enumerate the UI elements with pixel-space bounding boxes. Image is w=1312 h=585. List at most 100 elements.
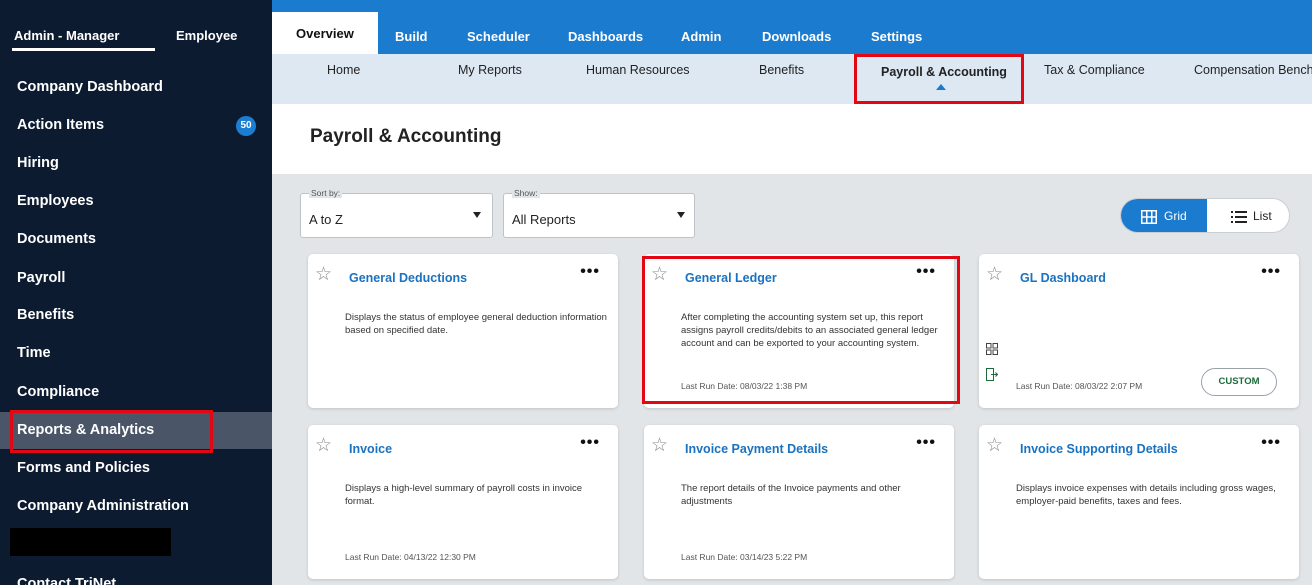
last-run-date: Last Run Date: 04/13/22 12:30 PM (345, 552, 476, 562)
sidebar-item-label: Action Items (17, 117, 105, 133)
report-description: After completing the accounting system s… (681, 312, 938, 349)
sidebar-item-label: Time (17, 345, 51, 361)
grid-label: Grid (1164, 209, 1187, 223)
sidebar-item-forms-policies[interactable]: Forms and Policies (0, 450, 272, 487)
sidebar-item-benefits[interactable]: Benefits (0, 297, 272, 334)
report-title[interactable]: General Deductions (349, 271, 467, 285)
sidebar-item-label: Employees (17, 193, 94, 209)
sidebar-item-label: Hiring (17, 155, 59, 171)
more-options-icon[interactable]: ••• (916, 434, 936, 452)
report-card-invoice[interactable]: ☆ Invoice ••• Displays a high-level summ… (308, 425, 618, 579)
chevron-down-icon (473, 212, 481, 218)
subnav-home[interactable]: Home (327, 63, 360, 77)
sidebar-item-label: Documents (17, 231, 96, 247)
sidebar-item-label: Forms and Policies (17, 460, 150, 476)
report-card-invoice-payment-details[interactable]: ☆ Invoice Payment Details ••• The report… (644, 425, 954, 579)
tab-build[interactable]: Build (395, 29, 428, 44)
star-icon[interactable]: ☆ (986, 436, 1003, 456)
active-caret-icon (936, 84, 946, 90)
last-run-date: Last Run Date: 08/03/22 1:38 PM (681, 381, 808, 391)
report-card-gl-dashboard[interactable]: ☆ GL Dashboard ••• Last Run Date: 08/03/… (979, 254, 1299, 408)
sidebar-item-reports-analytics[interactable]: Reports & Analytics (0, 412, 272, 449)
report-card-general-deductions[interactable]: ☆ General Deductions ••• Displays the st… (308, 254, 618, 408)
sidebar-item-label: Contact TriNet (17, 576, 117, 585)
sort-by-label: Sort by: (309, 188, 343, 198)
list-label: List (1253, 209, 1272, 223)
sidebar-item-label: Company Administration (17, 498, 189, 514)
sidebar: Admin - Manager Employee Company Dashboa… (0, 0, 272, 585)
more-options-icon[interactable]: ••• (580, 263, 600, 281)
more-options-icon[interactable]: ••• (916, 263, 936, 281)
tab-settings[interactable]: Settings (871, 29, 922, 44)
tab-overview[interactable]: Overview (272, 12, 378, 56)
sidebar-item-company-dashboard[interactable]: Company Dashboard (0, 69, 272, 106)
redacted-block (10, 528, 171, 556)
tab-downloads[interactable]: Downloads (762, 29, 831, 44)
list-view-button[interactable]: List (1209, 199, 1289, 232)
star-icon[interactable]: ☆ (651, 265, 668, 285)
star-icon[interactable]: ☆ (651, 436, 668, 456)
show-select[interactable]: Show: All Reports (503, 188, 695, 238)
top-nav: Overview Build Scheduler Dashboards Admi… (272, 0, 1312, 56)
sidebar-item-compliance[interactable]: Compliance (0, 374, 272, 411)
dashboard-icon (986, 343, 998, 355)
report-description: Displays the status of employee general … (345, 312, 607, 336)
view-toggle: Grid List (1120, 198, 1290, 233)
tab-admin[interactable]: Admin (681, 29, 721, 44)
subnav-benefits[interactable]: Benefits (759, 63, 804, 77)
star-icon[interactable]: ☆ (315, 265, 332, 285)
custom-badge: CUSTOM (1201, 368, 1277, 396)
report-card-invoice-supporting-details[interactable]: ☆ Invoice Supporting Details ••• Display… (979, 425, 1299, 579)
show-value: All Reports (512, 212, 576, 227)
role-admin-manager[interactable]: Admin - Manager (14, 28, 119, 43)
star-icon[interactable]: ☆ (986, 265, 1003, 285)
sidebar-item-hiring[interactable]: Hiring (0, 145, 272, 182)
sort-by-select[interactable]: Sort by: A to Z (300, 188, 493, 238)
subnav-payroll-accounting[interactable]: Payroll & Accounting (881, 65, 1007, 79)
active-role-underline (12, 48, 155, 51)
star-icon[interactable]: ☆ (315, 436, 332, 456)
subnav-my-reports[interactable]: My Reports (458, 63, 522, 77)
more-options-icon[interactable]: ••• (1261, 263, 1281, 281)
role-switcher: Admin - Manager Employee (0, 0, 272, 58)
sort-by-value: A to Z (309, 212, 343, 227)
show-label: Show: (512, 188, 540, 198)
report-description: Displays a high-level summary of payroll… (345, 483, 583, 507)
subnav-tax-compliance[interactable]: Tax & Compliance (1044, 63, 1145, 77)
sidebar-item-label: Payroll (17, 270, 66, 286)
role-employee[interactable]: Employee (176, 28, 237, 43)
sidebar-item-payroll[interactable]: Payroll (0, 260, 272, 297)
sidebar-item-time[interactable]: Time (0, 335, 272, 372)
report-card-general-ledger[interactable]: ☆ General Ledger ••• After completing th… (644, 254, 954, 408)
grid-icon (1141, 210, 1157, 224)
list-icon (1231, 211, 1247, 223)
report-title[interactable]: GL Dashboard (1020, 271, 1106, 285)
tab-scheduler[interactable]: Scheduler (467, 29, 530, 44)
report-description: The report details of the Invoice paymen… (681, 483, 901, 507)
more-options-icon[interactable]: ••• (1261, 434, 1281, 452)
report-title[interactable]: General Ledger (685, 271, 777, 285)
sidebar-item-company-administration[interactable]: Company Administration (0, 488, 272, 525)
subnav-compensation-benchmarking[interactable]: Compensation Benchmarking (1194, 63, 1312, 77)
sidebar-item-employees[interactable]: Employees (0, 183, 272, 220)
sidebar-item-action-items[interactable]: Action Items 50 (0, 107, 272, 144)
sub-nav: Home My Reports Human Resources Benefits… (272, 54, 1312, 104)
grid-view-button[interactable]: Grid (1121, 199, 1207, 232)
sidebar-item-label: Reports & Analytics (17, 422, 155, 438)
sidebar-item-label: Compliance (17, 384, 100, 400)
report-title[interactable]: Invoice Payment Details (685, 442, 828, 456)
more-options-icon[interactable]: ••• (580, 434, 600, 452)
action-items-count-badge: 50 (236, 116, 256, 136)
sidebar-item-contact-trinet[interactable]: Contact TriNet (0, 566, 272, 585)
tab-dashboards[interactable]: Dashboards (568, 29, 643, 44)
report-description: Displays invoice expenses with details i… (1016, 483, 1276, 507)
report-title[interactable]: Invoice (349, 442, 392, 456)
report-title[interactable]: Invoice Supporting Details (1020, 442, 1178, 456)
subnav-human-resources[interactable]: Human Resources (586, 63, 690, 77)
sidebar-item-label: Benefits (17, 307, 75, 323)
chevron-down-icon (677, 212, 685, 218)
last-run-date: Last Run Date: 08/03/22 2:07 PM (1016, 381, 1143, 391)
export-icon (986, 368, 998, 381)
sidebar-item-label: Company Dashboard (17, 79, 163, 95)
sidebar-item-documents[interactable]: Documents (0, 221, 272, 258)
